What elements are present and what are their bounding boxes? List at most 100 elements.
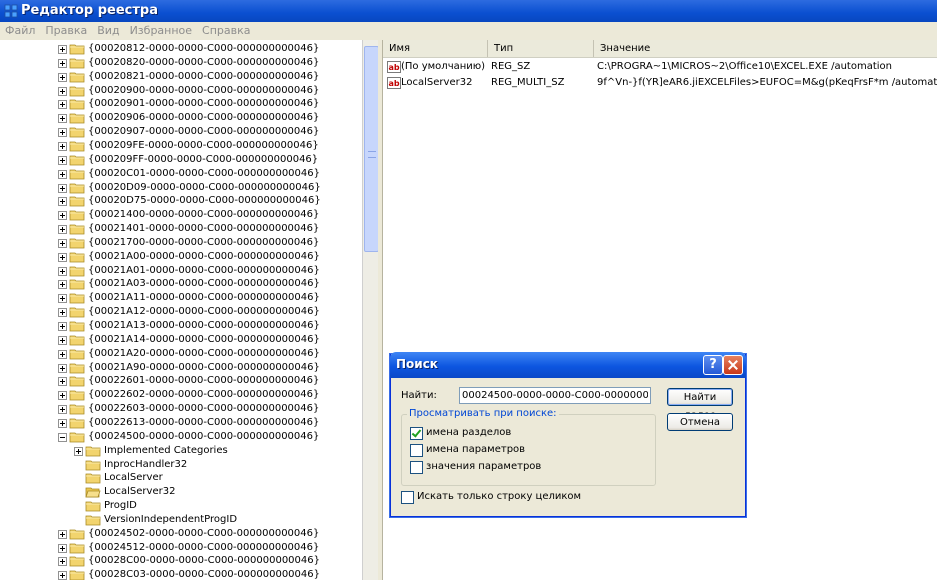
checkbox-whole-string[interactable] <box>401 491 414 504</box>
expand-icon[interactable] <box>58 86 67 96</box>
tree-vertical-scrollbar[interactable] <box>362 40 379 580</box>
tree-item[interactable]: {00020900-0000-0000-C000-000000000046} <box>58 84 360 98</box>
expand-icon[interactable] <box>58 405 67 415</box>
menu-item-3[interactable]: Избранное <box>125 22 197 37</box>
collapse-icon[interactable] <box>58 432 67 442</box>
menu-item-1[interactable]: Правка <box>40 22 92 37</box>
value-row[interactable]: ab (По умолчанию) REG_SZ C:\PROGRA~1\MICROS… <box>383 59 937 75</box>
tree-item[interactable]: InprocHandler32 <box>74 458 360 472</box>
tree-item[interactable]: {00028C00-0000-0000-C000-000000000046} <box>58 554 360 568</box>
expand-icon[interactable] <box>58 169 67 179</box>
scrollbar-thumb[interactable] <box>364 46 379 252</box>
find-dialog-title-bar[interactable]: Поиск ? <box>390 352 746 378</box>
expand-icon[interactable] <box>58 266 67 276</box>
expand-icon[interactable] <box>58 100 67 110</box>
tree-item[interactable]: {00022613-0000-0000-C000-000000000046} <box>58 416 360 430</box>
menu-item-4[interactable]: Справка <box>197 22 255 37</box>
expand-icon[interactable] <box>58 45 67 54</box>
expand-icon[interactable] <box>58 155 67 165</box>
expand-icon[interactable] <box>58 128 67 138</box>
value-row[interactable]: ab LocalServer32 REG_MULTI_SZ 9f^Vn-}f(YR]e… <box>383 75 937 91</box>
expand-icon[interactable] <box>58 238 67 248</box>
checkbox-key-names[interactable] <box>410 427 423 440</box>
tree-item[interactable]: {00022601-0000-0000-C000-000000000046} <box>58 374 360 388</box>
tree-item[interactable]: {00020820-0000-0000-C000-000000000046} <box>58 56 360 70</box>
tree-item[interactable]: {00021401-0000-0000-C000-000000000046} <box>58 222 360 236</box>
tree-item[interactable]: {00020907-0000-0000-C000-000000000046} <box>58 125 360 139</box>
find-input[interactable] <box>459 387 651 404</box>
column-header-data[interactable]: Значение <box>594 40 936 57</box>
tree-item[interactable]: {00024500-0000-0000-C000-000000000046} <box>58 430 360 444</box>
tree-item[interactable]: {00020901-0000-0000-C000-000000000046} <box>58 97 360 111</box>
tree-item[interactable]: {00021A90-0000-0000-C000-000000000046} <box>58 361 360 375</box>
expand-icon[interactable] <box>58 252 67 262</box>
expand-icon[interactable] <box>58 322 67 331</box>
expand-icon[interactable] <box>58 183 67 193</box>
expand-icon[interactable] <box>58 294 67 304</box>
expand-icon[interactable] <box>58 557 67 567</box>
help-button[interactable]: ? <box>703 355 723 375</box>
tree-item[interactable]: {00022603-0000-0000-C000-000000000046} <box>58 402 360 416</box>
tree-item[interactable]: {000209FF-0000-0000-C000-000000000046} <box>58 153 360 167</box>
tree-item[interactable]: {00021700-0000-0000-C000-000000000046} <box>58 236 360 250</box>
expand-icon[interactable] <box>58 114 67 124</box>
tree-item[interactable]: {00021A11-0000-0000-C000-000000000046} <box>58 291 360 305</box>
tree-item[interactable]: {00020D75-0000-0000-C000-000000000046} <box>58 194 360 208</box>
tree-item[interactable]: {00022602-0000-0000-C000-000000000046} <box>58 388 360 402</box>
tree-item[interactable]: {00021A01-0000-0000-C000-000000000046} <box>58 264 360 278</box>
tree-item[interactable]: LocalServer32 <box>74 485 360 499</box>
tree-item[interactable]: {00021A00-0000-0000-C000-000000000046} <box>58 250 360 264</box>
expand-icon[interactable] <box>58 391 67 401</box>
checkbox-value-names[interactable] <box>410 444 423 457</box>
expand-icon[interactable] <box>58 363 67 373</box>
tree-item-label: {00021401-0000-0000-C000-000000000046} <box>88 223 320 235</box>
menu-item-2[interactable]: Вид <box>92 22 124 37</box>
expand-icon[interactable] <box>58 225 67 235</box>
tree-item[interactable]: {000209FE-0000-0000-C000-000000000046} <box>58 139 360 153</box>
tree-item[interactable]: {00021A13-0000-0000-C000-000000000046} <box>58 319 360 333</box>
tree-item[interactable]: {00021A20-0000-0000-C000-000000000046} <box>58 347 360 361</box>
expand-icon[interactable] <box>58 377 67 387</box>
tree-item[interactable]: {00020821-0000-0000-C000-000000000046} <box>58 70 360 84</box>
tree-item[interactable]: {00021400-0000-0000-C000-000000000046} <box>58 208 360 222</box>
tree-item[interactable]: {00021A03-0000-0000-C000-000000000046} <box>58 277 360 291</box>
expand-icon[interactable] <box>58 349 67 359</box>
key-tree[interactable]: {00020812-0000-0000-C000-000000000046} {0… <box>0 40 363 580</box>
checkbox-value-data[interactable] <box>410 461 423 474</box>
menu-item-0[interactable]: Файл <box>0 22 40 37</box>
tree-item[interactable]: VersionIndependentProgID <box>74 513 360 527</box>
expand-icon[interactable] <box>58 72 67 82</box>
close-button[interactable] <box>723 355 743 375</box>
folder-icon <box>69 57 85 69</box>
tree-item[interactable]: LocalServer <box>74 471 360 485</box>
cancel-button[interactable]: Отмена <box>667 413 733 431</box>
tree-item[interactable]: {00021A14-0000-0000-C000-000000000046} <box>58 333 360 347</box>
expand-icon[interactable] <box>58 280 67 290</box>
tree-item[interactable]: {00028C03-0000-0000-C000-000000000046} <box>58 568 360 580</box>
tree-item[interactable]: {00020C01-0000-0000-C000-000000000046} <box>58 167 360 181</box>
tree-item[interactable]: {00021A12-0000-0000-C000-000000000046} <box>58 305 360 319</box>
expand-icon[interactable] <box>58 418 67 428</box>
column-header-name[interactable]: Имя <box>383 40 488 57</box>
tree-item[interactable]: {00024502-0000-0000-C000-000000000046} <box>58 527 360 541</box>
tree-item[interactable]: Implemented Categories <box>74 444 360 458</box>
expand-icon[interactable] <box>58 529 67 539</box>
column-header-type[interactable]: Тип <box>488 40 594 57</box>
find-next-button[interactable]: Найти далее <box>667 388 733 421</box>
tree-item[interactable]: {00024512-0000-0000-C000-000000000046} <box>58 541 360 555</box>
expand-icon[interactable] <box>58 335 67 345</box>
expand-icon[interactable] <box>58 211 67 221</box>
expand-icon[interactable] <box>58 543 67 553</box>
tree-item-label: {00024502-0000-0000-C000-000000000046} <box>88 527 320 539</box>
expand-icon[interactable] <box>58 141 67 151</box>
expand-icon[interactable] <box>58 197 67 207</box>
window-title-bar[interactable]: Редактор реестра <box>0 0 937 22</box>
tree-item[interactable]: ProgID <box>74 499 360 513</box>
tree-item[interactable]: {00020D09-0000-0000-C000-000000000046} <box>58 181 360 195</box>
expand-icon[interactable] <box>58 58 67 68</box>
tree-item[interactable]: {00020812-0000-0000-C000-000000000046} <box>58 42 360 56</box>
expand-icon[interactable] <box>58 308 67 318</box>
expand-icon[interactable] <box>58 571 67 580</box>
tree-item[interactable]: {00020906-0000-0000-C000-000000000046} <box>58 111 360 125</box>
expand-icon[interactable] <box>74 446 83 456</box>
